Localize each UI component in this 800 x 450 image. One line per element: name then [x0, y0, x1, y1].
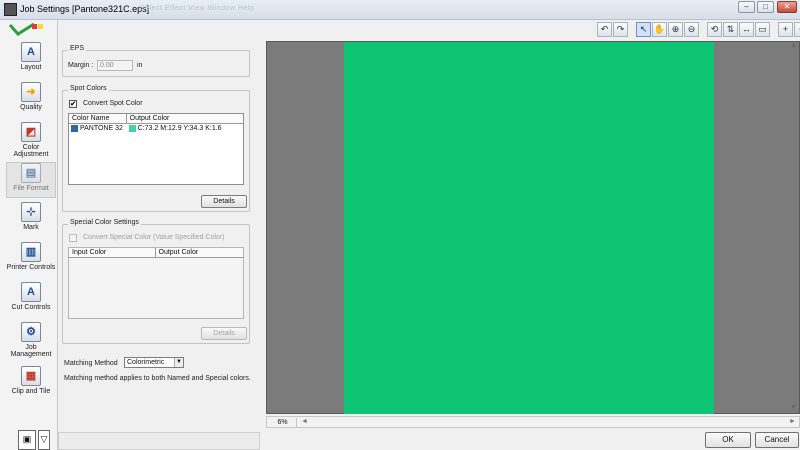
- redo-icon[interactable]: ↷: [613, 22, 628, 37]
- chevron-down-icon: ▼: [174, 358, 183, 367]
- clip-and-tile-icon: ▦: [21, 366, 41, 386]
- layout-icon: A: [21, 42, 41, 62]
- special-color-list[interactable]: Input Color Output Color: [68, 247, 244, 319]
- ok-button[interactable]: OK: [705, 432, 751, 448]
- file-format-settings: EPS Margin : 0.00 in Spot Colors ✔ Conve…: [62, 45, 251, 382]
- nav-job-management[interactable]: ⚙ Job Management: [6, 322, 56, 362]
- special-details-button[interactable]: Details: [201, 327, 247, 340]
- background-menu-text: Select Effect View Window Help: [140, 5, 255, 12]
- nav-layout[interactable]: A Layout: [6, 42, 56, 76]
- rotate-icon[interactable]: ⟲: [707, 22, 722, 37]
- horizontal-scrollbar[interactable]: 6% ◄ ►: [266, 416, 800, 428]
- status-bar: [58, 432, 260, 450]
- margin-stepper[interactable]: 0.00: [97, 60, 133, 71]
- zoom-out-icon[interactable]: ⊖: [684, 22, 699, 37]
- title-bar: Job Settings [Pantone321C.eps] Select Ef…: [0, 0, 800, 20]
- zoom-level[interactable]: 6%: [269, 418, 297, 427]
- cancel-button[interactable]: Cancel: [755, 432, 799, 448]
- maximize-button[interactable]: □: [757, 1, 774, 13]
- cut-controls-icon: A: [21, 282, 41, 302]
- close-button[interactable]: ✕: [777, 1, 797, 13]
- color-adjustment-icon: ◩: [21, 122, 41, 142]
- spot-colors-group: Spot Colors ✔ Convert Spot Color Color N…: [62, 85, 250, 212]
- select-arrow-icon[interactable]: ↖: [636, 22, 651, 37]
- window-title: Job Settings [Pantone321C.eps]: [20, 4, 150, 14]
- eps-group: EPS Margin : 0.00 in: [62, 45, 250, 77]
- nav-more: ▣ ▽: [18, 430, 54, 450]
- preview-page: [344, 42, 714, 414]
- matching-method-select[interactable]: Colorimetric ▼: [124, 357, 184, 368]
- fit-width-icon[interactable]: ↔: [739, 22, 754, 37]
- fit-page-icon[interactable]: ▭: [755, 22, 770, 37]
- zoom-in-icon[interactable]: ⊕: [668, 22, 683, 37]
- scroll-right-icon[interactable]: ►: [789, 418, 796, 425]
- mark-icon: ⊹: [21, 202, 41, 222]
- preview-canvas[interactable]: [266, 41, 800, 414]
- nav-clip-and-tile[interactable]: ▦ Clip and Tile: [6, 366, 56, 400]
- flip-icon[interactable]: ⇅: [723, 22, 738, 37]
- scroll-up-icon[interactable]: ▲: [790, 42, 797, 49]
- job-management-icon: ⚙: [21, 322, 41, 342]
- nav-file-format[interactable]: ▤ File Format: [6, 162, 56, 198]
- spot-details-button[interactable]: Details: [201, 195, 247, 208]
- hand-pan-icon[interactable]: ✋: [652, 22, 667, 37]
- quality-icon: ➜: [21, 82, 41, 102]
- app-icon: [4, 3, 17, 16]
- special-color-group: Special Color Settings Convert Special C…: [62, 219, 250, 344]
- nav-cut-controls[interactable]: A Cut Controls: [6, 282, 56, 322]
- spot-color-icon: [71, 124, 78, 132]
- output-color-swatch: [128, 124, 136, 132]
- nav-printer-controls[interactable]: ▥ Printer Controls: [6, 242, 56, 282]
- nav-color-adjustment[interactable]: ◩ Color Adjustment: [6, 122, 56, 162]
- job-image-icon[interactable]: ▣: [18, 430, 36, 450]
- file-format-icon: ▤: [21, 163, 41, 183]
- nav-quality[interactable]: ➜ Quality: [6, 82, 56, 116]
- zoom-minus-icon[interactable]: −: [794, 22, 800, 37]
- nav-mark[interactable]: ⊹ Mark: [6, 202, 56, 236]
- convert-special-color-checkbox[interactable]: [69, 234, 77, 242]
- expand-down-icon[interactable]: ▽: [38, 430, 50, 450]
- convert-spot-color-checkbox[interactable]: ✔: [69, 100, 77, 108]
- scroll-down-icon[interactable]: ▼: [790, 404, 797, 411]
- spot-color-list[interactable]: Color Name Output Color PANTONE 32 C:73.…: [68, 113, 244, 185]
- table-row[interactable]: PANTONE 32 C:73.2 M:12.9 Y:34.3 K:1.6: [69, 124, 243, 134]
- printer-controls-icon: ▥: [21, 242, 41, 262]
- zoom-plus-icon[interactable]: +: [778, 22, 793, 37]
- minimize-button[interactable]: –: [738, 1, 755, 13]
- preview-toolbar: ↶ ↷ ↖ ✋ ⊕ ⊖ ⟲ ⇅ ↔ ▭ + −: [597, 22, 800, 40]
- settings-navigation: A Layout ➜ Quality ◩ Color Adjustment ▤ …: [0, 20, 58, 450]
- undo-icon[interactable]: ↶: [597, 22, 612, 37]
- app-logo-icon: [8, 22, 43, 36]
- scroll-left-icon[interactable]: ◄: [301, 418, 308, 425]
